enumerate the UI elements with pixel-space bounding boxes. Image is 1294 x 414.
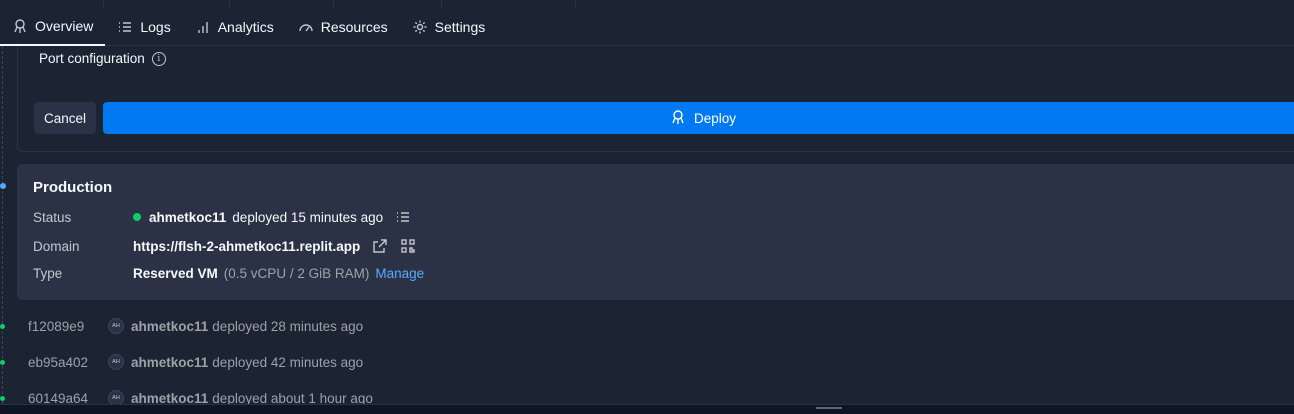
tab-logs[interactable]: Logs (105, 7, 182, 46)
timeline-line (2, 46, 3, 414)
strip-segment (230, 0, 334, 7)
gear-icon (412, 19, 428, 35)
history-row[interactable]: eb95a402 AH ahmetkoc11 deployed 42 minut… (28, 352, 363, 372)
domain-row: Domain https://flsh-2-ahmetkoc11.replit.… (33, 236, 416, 256)
production-timeline-dot (0, 183, 6, 189)
production-title: Production (33, 179, 113, 196)
external-link-icon[interactable] (372, 238, 388, 254)
domain-key: Domain (33, 238, 80, 254)
history-timeline-dot (0, 360, 5, 365)
commit-hash: f12089e9 (28, 318, 85, 334)
tab-label: Settings (434, 18, 486, 35)
deploy-button[interactable]: Deploy (103, 102, 1294, 134)
strip-segment (0, 0, 104, 7)
port-configuration-text: Port configuration (39, 51, 145, 66)
status-row: Status ahmetkoc11 deployed 15 minutes ag… (33, 207, 411, 227)
history-timeline-dot (0, 396, 5, 401)
info-icon[interactable]: i (151, 51, 166, 66)
tab-overview[interactable]: Overview (0, 7, 106, 46)
strip-segment (442, 0, 576, 7)
status-user: ahmetkoc11 (149, 209, 227, 225)
strip-segment (104, 0, 230, 7)
production-card: Production Status ahmetkoc11 deployed 15… (17, 164, 1294, 300)
avatar: AH (108, 354, 124, 370)
tab-label: Resources (320, 18, 388, 35)
domain-url[interactable]: https://flsh-2-ahmetkoc11.replit.app (133, 239, 360, 254)
history-timeline-dot (0, 324, 5, 329)
bottom-scroll-bar (0, 404, 1294, 414)
cancel-button[interactable]: Cancel (34, 102, 96, 134)
avatar: AH (108, 318, 124, 334)
tab-settings[interactable]: Settings (400, 7, 498, 46)
history-user: ahmetkoc11 (131, 318, 209, 334)
history-text: deployed 42 minutes ago (212, 354, 364, 370)
history-row[interactable]: f12089e9 AH ahmetkoc11 deployed 28 minut… (28, 316, 363, 336)
history-text: deployed 28 minutes ago (212, 318, 364, 334)
deploy-rocket-icon (670, 109, 686, 128)
type-detail: (0.5 vCPU / 2 GiB RAM) (223, 265, 370, 281)
status-value: ahmetkoc11 deployed 15 minutes ago (133, 209, 411, 225)
scroll-handle[interactable] (816, 407, 842, 409)
tab-label: Analytics (217, 18, 274, 35)
deploy-rocket-icon (12, 18, 28, 34)
domain-value: https://flsh-2-ahmetkoc11.replit.app (133, 238, 416, 254)
status-text: deployed 15 minutes ago (232, 209, 384, 225)
type-key: Type (33, 265, 63, 281)
top-tab-strip (0, 0, 1294, 7)
type-name: Reserved VM (133, 265, 218, 281)
qr-code-icon[interactable] (400, 238, 416, 254)
port-configuration-label[interactable]: Port configuration i (39, 51, 166, 66)
deploy-config-card: Port configuration i Cancel Deploy (17, 46, 1294, 152)
deploy-button-label: Deploy (693, 110, 737, 126)
list-icon (117, 19, 133, 35)
commit-hash: eb95a402 (28, 354, 89, 370)
strip-segment (334, 0, 442, 7)
tab-label: Overview (35, 17, 94, 34)
history-user: ahmetkoc11 (131, 354, 209, 370)
logs-list-icon[interactable] (395, 209, 411, 225)
status-key: Status (33, 209, 72, 225)
gauge-icon (298, 19, 314, 35)
deployment-tabs: Overview Logs Analytics Resources Settin… (0, 7, 1294, 46)
manage-link[interactable]: Manage (375, 266, 424, 281)
tab-label: Logs (140, 18, 171, 35)
tab-analytics[interactable]: Analytics (183, 7, 286, 46)
tab-resources[interactable]: Resources (286, 7, 400, 46)
type-row: Type Reserved VM (0.5 vCPU / 2 GiB RAM) … (33, 263, 424, 283)
type-value: Reserved VM (0.5 vCPU / 2 GiB RAM) Manag… (133, 266, 424, 281)
bar-chart-icon (195, 19, 211, 35)
status-indicator (133, 213, 141, 221)
